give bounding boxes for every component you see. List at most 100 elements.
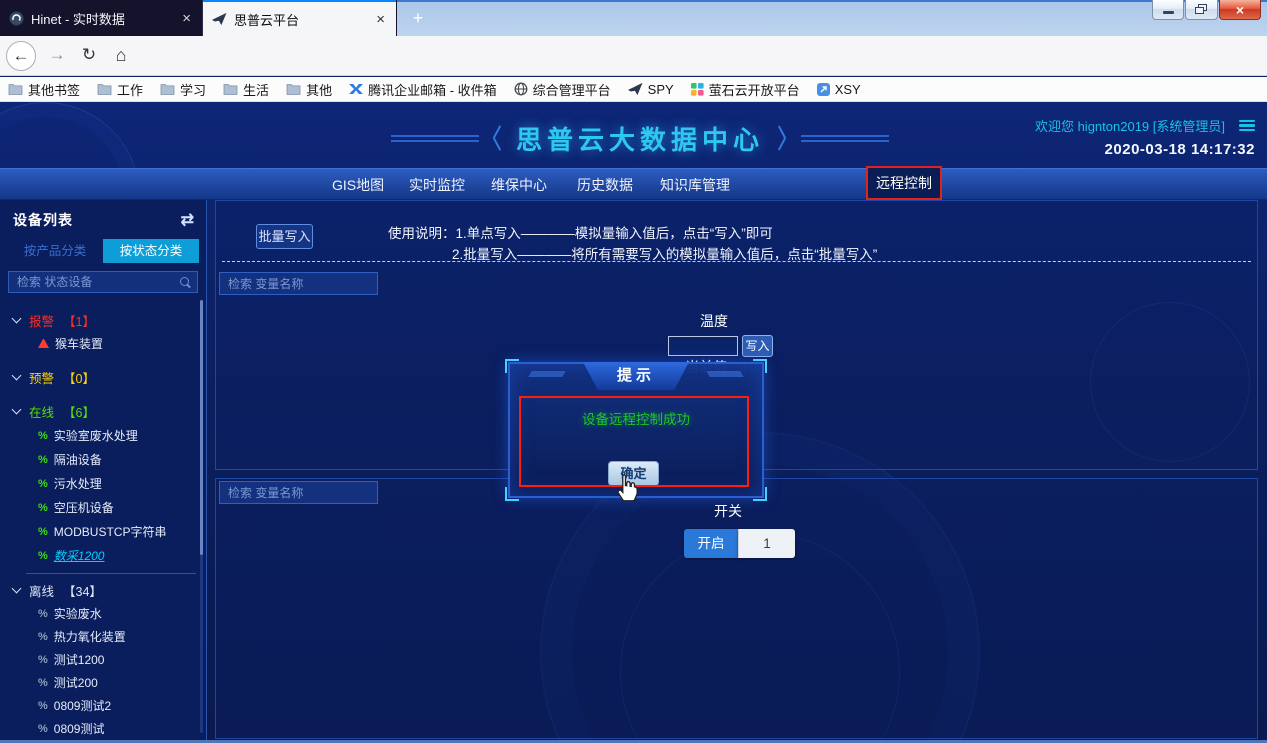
link-icon: % [38,502,48,514]
switch-write-panel: 开关 开启 1 [215,478,1258,739]
broken-link-icon: % [38,654,48,666]
bookmark-mgmt-platform[interactable]: 综合管理平台 [514,80,611,99]
tab-close-icon[interactable]: × [373,11,388,28]
sidebar-scrollbar-thumb[interactable] [200,300,203,555]
home-button[interactable]: ⌂ [106,41,136,71]
dialog-wing-decor [528,371,565,377]
dialog-corner-accent [505,487,519,501]
chevron-down-icon [12,404,22,414]
group-count: 【0】 [63,368,95,387]
link-icon: % [38,430,48,442]
search-icon[interactable] [180,277,191,288]
paper-plane-favicon-icon [211,11,227,27]
group-count: 【34】 [63,581,102,600]
browser-toolbar: ← → ↻ ⌂ iot.idosp.net/idosp/index.html? … [0,36,1267,76]
tree-divider [26,573,196,574]
broken-link-icon: % [38,723,48,735]
write-button[interactable]: 写入 [742,335,773,357]
bookmark-folder-study[interactable]: 学习 [160,80,206,99]
broken-link-icon: % [38,608,48,620]
tab-realtime-monitor[interactable]: 实时监控 [409,169,465,201]
tab-history-data[interactable]: 历史数据 [577,169,633,201]
device-tree: 报警 【1】 猴车装置 预警 【0】 在线 【6】 %实验室废水处理 [0,309,206,743]
minimize-button[interactable] [1152,0,1184,20]
dialog-title: 提示 [583,362,689,390]
tab-close-icon[interactable]: × [179,10,194,27]
dialog-corner-accent [753,359,767,373]
tab-by-status[interactable]: 按状态分类 [103,239,199,263]
device-sidebar: 设备列表 ⇄ 按产品分类 按状态分类 报警 【1】 猴车装置 [0,200,207,743]
device-item[interactable]: %空压机设备 [0,497,206,518]
restore-button[interactable] [1185,0,1218,20]
dashed-divider [222,261,1251,262]
variable-search-input[interactable] [226,485,385,501]
batch-write-button[interactable]: 批量写入 [256,224,313,249]
browser-tab-sipu[interactable]: 思普云平台 × [203,0,396,36]
device-item[interactable]: %隔油设备 [0,449,206,470]
device-item[interactable]: %测试1200 [0,649,206,670]
bookmark-ezviz[interactable]: 萤石云开放平台 [691,80,800,99]
new-tab-button[interactable]: + [404,5,432,31]
tab-title: 思普云平台 [234,10,366,29]
temperature-value-input[interactable] [668,336,738,356]
hinet-favicon-icon [8,10,24,26]
hand-cursor-icon [613,473,639,503]
welcome-text: 欢迎您 hignton2019 [系统管理员] [1035,116,1225,135]
switch-on-button[interactable]: 开启 [684,529,738,558]
browser-tab-hinet[interactable]: Hinet - 实时数据 × [0,0,203,36]
bookmark-tencent-mail[interactable]: 腾讯企业邮箱 - 收件箱 [349,80,497,99]
device-item-alarm[interactable]: 猴车装置 [0,333,206,354]
bookmark-folder-misc[interactable]: 其他 [286,80,332,99]
sidebar-tabs: 按产品分类 按状态分类 [7,239,199,263]
bookmark-xsy[interactable]: XSY [817,82,861,97]
group-alarm[interactable]: 报警 【1】 [0,309,206,331]
header-decor-line [391,135,479,142]
switch-name-label: 开关 [668,501,788,521]
device-item-selected[interactable]: %数采1200 [0,545,206,566]
tab-remote-control-active[interactable]: 远程控制 [866,166,942,200]
device-item[interactable]: %实验室废水处理 [0,425,206,446]
device-item[interactable]: %0809测试 [0,718,206,739]
broken-link-icon: % [38,677,48,689]
group-offline[interactable]: 离线 【34】 [0,579,206,601]
forward-button[interactable]: → [42,41,72,71]
dialog-wing-decor [706,371,743,377]
device-item[interactable]: %MODBUSTCP字符串 [0,521,206,542]
swap-icon[interactable]: ⇄ [181,210,194,230]
switch-value-display: 1 [738,529,795,558]
dialog-corner-accent [505,359,519,373]
sidebar-title: 设备列表 [13,210,73,230]
header-bracket-right [776,125,789,151]
link-icon: % [38,550,48,562]
tab-gis-map[interactable]: GIS地图 [332,169,384,201]
group-warning[interactable]: 预警 【0】 [0,366,206,388]
group-online[interactable]: 在线 【6】 [0,400,206,422]
reload-button[interactable]: ↻ [74,41,104,71]
device-item[interactable]: %污水处理 [0,473,206,494]
page-title: 思普云大数据中心 [516,120,764,157]
tab-knowledge-base[interactable]: 知识库管理 [660,169,730,201]
broken-link-icon: % [38,631,48,643]
close-icon: × [1236,2,1244,18]
bookmark-folder-work[interactable]: 工作 [97,80,143,99]
device-item[interactable]: %测试200 [0,672,206,693]
back-button[interactable]: ← [6,41,36,71]
device-item[interactable]: %实验废水 [0,603,206,624]
device-search-box[interactable] [8,271,198,293]
link-icon: % [38,454,48,466]
alarm-triangle-icon [38,339,49,348]
variable-search-input[interactable] [226,276,385,292]
bookmark-folder-life[interactable]: 生活 [223,80,269,99]
device-item[interactable]: %0809测试2 [0,695,206,716]
bookmark-spy[interactable]: SPY [628,82,674,97]
device-search-input[interactable] [15,274,174,290]
list-menu-icon[interactable] [1239,117,1255,134]
variable-search-box[interactable] [219,481,378,504]
bookmark-folder-other[interactable]: 其他书签 [8,80,80,99]
device-item[interactable]: %热力氧化装置 [0,626,206,647]
variable-search-box[interactable] [219,272,378,295]
tab-maintenance-center[interactable]: 维保中心 [491,169,547,201]
close-window-button[interactable]: × [1219,0,1261,20]
tab-by-product[interactable]: 按产品分类 [7,239,103,263]
page-header: 思普云大数据中心 [390,118,890,158]
